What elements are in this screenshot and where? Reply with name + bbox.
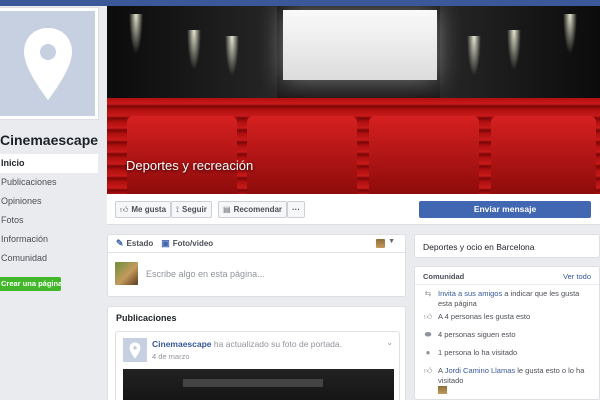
nav-item-fotos[interactable]: Fotos [0,211,98,230]
map-pin-icon [129,341,141,359]
tab-status[interactable]: ✎ Estado [116,238,153,249]
invite-friends-link[interactable]: Invita a sus amigos [438,289,502,298]
thumbs-up-icon: 👍︎ [120,204,129,214]
rss-icon: ⟟ [176,204,179,214]
invite-icon: ⇆ [424,289,432,298]
like-label: Me gusta [131,205,167,214]
recommend-button[interactable]: ▤ Recomendar [218,201,288,218]
send-message-button[interactable]: Enviar mensaje [419,201,591,218]
wall-light [187,30,201,70]
tab-photo-label: Foto/video [172,239,214,248]
thumbs-up-small-icon: 👍︎ [423,366,433,375]
community-visits: ● 1 persona lo ha visitado [423,348,595,358]
post-headline: Cinemaescape ha actualizado su foto de p… [152,339,342,349]
community-card: Comunidad Ver todo ⇆ Invita a sus amigos… [414,266,600,400]
camera-icon: ▣ [161,238,170,248]
post-author-link[interactable]: Cinemaescape [152,339,212,349]
location-icon: ● [425,348,431,357]
post-as-avatar[interactable] [376,239,385,248]
post-card: Cinemaescape ha actualizado su foto de p… [115,331,400,400]
see-all-link[interactable]: Ver todo [563,272,591,281]
wall-light [225,36,239,76]
composer-input[interactable]: Escribe algo en esta página... [146,269,265,279]
user-avatar [115,262,138,285]
nav-item-opiniones[interactable]: Opiniones [0,192,98,211]
community-friend-thumb [423,386,595,394]
follow-button[interactable]: ⟟ Seguir [171,201,212,218]
community-likes: 👍︎ A 4 personas les gusta esto [423,312,595,322]
community-friend: 👍︎ A Jordi Camino Llamas le gusta esto o… [423,366,595,386]
thumbs-up-small-icon: 👍︎ [423,312,433,321]
front-seat [247,116,357,194]
nav-item-publicaciones[interactable]: Publicaciones [0,173,98,192]
recommend-label: Recomendar [233,205,283,214]
pencil-icon: ✎ [116,238,124,248]
map-pin-icon [23,27,72,100]
post-image[interactable] [123,369,394,400]
invite-text: Invita a sus amigos a indicar que les gu… [438,289,595,309]
wall-light [467,36,481,76]
friend-name-link[interactable]: Jordi Camino Llamas [445,366,515,375]
follows-count-text[interactable]: 4 personas siguen esto [438,330,516,340]
post-composer: ✎ Estado ▣ Foto/video ▼ Escribe algo en … [107,234,406,297]
like-button[interactable]: 👍︎ Me gusta [115,201,172,218]
recommend-icon: ▤ [223,205,231,214]
nav-item-informacion[interactable]: Información [0,230,98,249]
wall-light [129,14,143,54]
friend-avatar[interactable] [438,386,447,394]
tab-status-label: Estado [126,239,154,248]
publications-section: Publicaciones Cinemaescape ha actualizad… [107,306,406,400]
nav-item-inicio[interactable]: Inicio [0,154,98,173]
front-seat [369,116,479,194]
left-navigation: Inicio Publicaciones Opiniones Fotos Inf… [0,154,98,268]
about-card[interactable]: Deportes y ocio en Barcelona [414,234,600,258]
follow-label: Seguir [181,205,207,214]
page-action-bar: 👍︎ Me gusta ⟟ Seguir ▤ Recomendar ··· En… [107,194,600,225]
page-title: Cinemaescape [0,132,99,148]
likes-count-text[interactable]: A 4 personas les gusta esto [438,312,530,322]
tab-photo-video[interactable]: ▣ Foto/video [161,238,213,249]
cinema-screen [283,10,437,80]
friend-prefix: A [438,366,443,375]
visits-count-text: 1 persona lo ha visitado [438,348,518,357]
cover-photo[interactable]: Deportes y recreación [107,6,600,194]
front-seat [127,116,237,194]
create-page-button[interactable]: Crear una página [0,277,61,291]
community-header: Comunidad [423,272,465,281]
front-seat [491,116,596,194]
followers-icon: ⬬ [424,330,432,339]
publications-header: Publicaciones [116,313,177,323]
friend-text: A Jordi Camino Llamas le gusta esto o lo… [438,366,595,386]
community-invite: ⇆ Invita a sus amigos a indicar que les … [423,289,595,309]
community-follows: ⬬ 4 personas siguen esto [423,330,595,340]
more-options-button[interactable]: ··· [287,201,305,218]
wall-light [563,14,577,54]
post-action-text: ha actualizado su foto de portada. [213,339,342,349]
nav-item-comunidad[interactable]: Comunidad [0,249,98,268]
post-date[interactable]: 4 de marzo [152,352,190,361]
post-options-chevron-icon[interactable]: ⌄ [386,338,393,347]
post-author-avatar[interactable] [123,338,147,362]
page-category: Deportes y recreación [126,158,254,173]
wall-light [507,30,521,70]
chevron-down-icon[interactable]: ▼ [388,238,395,245]
profile-picture[interactable] [0,7,99,120]
